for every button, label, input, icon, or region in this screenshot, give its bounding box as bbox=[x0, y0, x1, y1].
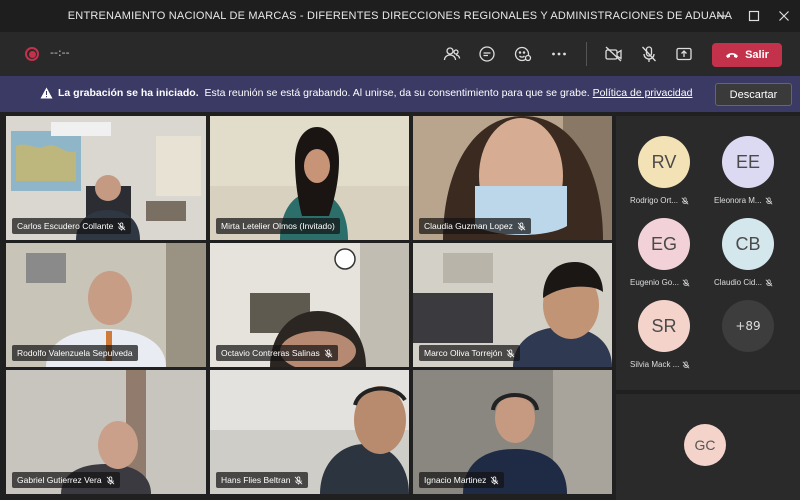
minimize-icon bbox=[717, 15, 727, 17]
mic-off-icon bbox=[642, 46, 656, 62]
participant-nameplate: Ignacio Martinez bbox=[419, 472, 505, 488]
roster-name-text: Claudio Cid... bbox=[714, 278, 763, 287]
participant-name: Ignacio Martinez bbox=[424, 475, 487, 485]
people-icon bbox=[443, 47, 461, 61]
more-participants-button[interactable]: +89 bbox=[722, 300, 774, 352]
minimize-button[interactable] bbox=[706, 0, 738, 32]
participant-name: Hans Flies Beltran bbox=[221, 475, 291, 485]
participant-nameplate: Carlos Escudero Collante bbox=[12, 218, 132, 234]
mic-off-icon bbox=[295, 475, 303, 485]
video-tile[interactable]: Octavio Contreras Salinas bbox=[210, 243, 409, 367]
mic-off-icon bbox=[324, 348, 333, 358]
reactions-button[interactable] bbox=[509, 40, 537, 68]
participant-nameplate: Rodolfo Valenzuela Sepulveda bbox=[12, 345, 138, 361]
camera-off-icon bbox=[605, 46, 622, 62]
mic-off-icon bbox=[118, 221, 126, 231]
mic-off-icon bbox=[490, 475, 499, 485]
mic-off-icon bbox=[517, 221, 526, 231]
participant-name: Mirta Letelier Olmos (Invitado) bbox=[221, 221, 335, 231]
participant-name: Gabriel Gutierrez Vera bbox=[17, 475, 102, 485]
avatar[interactable]: EG bbox=[638, 218, 690, 270]
roster-name-text: Eleonora M... bbox=[714, 196, 762, 205]
recording-banner: La grabación se ha iniciado. Esta reunió… bbox=[0, 76, 800, 112]
video-tile-active-speaker[interactable]: Mirta Letelier Olmos (Invitado) bbox=[210, 116, 409, 240]
participant-name: Octavio Contreras Salinas bbox=[221, 348, 320, 358]
avatar[interactable]: EE bbox=[722, 136, 774, 188]
share-icon bbox=[676, 47, 692, 61]
title-bar: ENTRENAMIENTO NACIONAL DE MARCAS - DIFER… bbox=[0, 0, 800, 32]
avatar[interactable]: RV bbox=[638, 136, 690, 188]
roster-name: Claudio Cid... bbox=[714, 278, 773, 287]
participant-name: Rodolfo Valenzuela Sepulveda bbox=[17, 348, 133, 358]
maximize-button[interactable] bbox=[738, 0, 770, 32]
avatar[interactable]: SR bbox=[638, 300, 690, 352]
mic-off-icon bbox=[682, 278, 690, 286]
teams-meeting-window: ENTRENAMIENTO NACIONAL DE MARCAS - DIFER… bbox=[0, 0, 800, 500]
banner-bold-text: La grabación se ha iniciado. bbox=[58, 87, 199, 99]
chat-icon bbox=[479, 46, 495, 62]
chat-button[interactable] bbox=[473, 40, 501, 68]
participants-button[interactable] bbox=[438, 40, 466, 68]
mic-off-icon bbox=[506, 348, 515, 358]
video-tile[interactable]: Hans Flies Beltran bbox=[210, 370, 409, 494]
privacy-policy-link[interactable]: Política de privacidad bbox=[593, 87, 693, 99]
mic-off-icon bbox=[765, 278, 773, 286]
toolbar-divider bbox=[586, 42, 587, 66]
self-avatar: GC bbox=[684, 424, 726, 466]
participant-name: Marco Oliva Torrejón bbox=[424, 348, 503, 358]
window-title: ENTRENAMIENTO NACIONAL DE MARCAS - DIFER… bbox=[67, 10, 733, 22]
video-tile[interactable]: Claudia Guzman Lopez bbox=[413, 116, 612, 240]
video-tile[interactable]: Carlos Escudero Collante bbox=[6, 116, 206, 240]
recording-indicator-icon bbox=[25, 47, 39, 61]
participant-name: Claudia Guzman Lopez bbox=[424, 221, 513, 231]
video-tile[interactable]: Ignacio Martinez bbox=[413, 370, 612, 494]
mic-off-icon bbox=[765, 196, 773, 204]
leave-button[interactable]: Salir bbox=[712, 43, 782, 67]
video-tile-active-speaker[interactable]: Rodolfo Valenzuela Sepulveda bbox=[6, 243, 206, 367]
more-icon bbox=[552, 52, 566, 56]
participant-nameplate: Marco Oliva Torrejón bbox=[419, 345, 521, 361]
mic-toggle-button[interactable] bbox=[635, 40, 663, 68]
participant-nameplate: Claudia Guzman Lopez bbox=[419, 218, 531, 234]
roster-name-text: Rodrigo Ort... bbox=[630, 196, 679, 205]
hang-up-icon bbox=[726, 53, 739, 58]
roster-name: Eugenio Go... bbox=[630, 278, 690, 287]
warning-icon bbox=[40, 87, 53, 99]
roster-name: Eleonora M... bbox=[714, 196, 773, 205]
share-screen-button[interactable] bbox=[670, 40, 698, 68]
participant-nameplate: Gabriel Gutierrez Vera bbox=[12, 472, 120, 488]
participant-name: Carlos Escudero Collante bbox=[17, 221, 114, 231]
participant-roster: RV Rodrigo Ort... EE Eleonora M... EG Eu… bbox=[616, 116, 800, 390]
leave-label: Salir bbox=[745, 49, 769, 61]
maximize-icon bbox=[748, 10, 760, 22]
meeting-timer: --:-- bbox=[50, 46, 70, 59]
video-tile[interactable]: Marco Oliva Torrejón bbox=[413, 243, 612, 367]
dismiss-button[interactable]: Descartar bbox=[715, 83, 792, 106]
roster-name-text: Eugenio Go... bbox=[630, 278, 679, 287]
close-button[interactable] bbox=[768, 0, 800, 32]
mic-off-icon bbox=[106, 475, 114, 485]
avatar[interactable]: CB bbox=[722, 218, 774, 270]
participant-nameplate: Octavio Contreras Salinas bbox=[216, 345, 338, 361]
roster-name: Rodrigo Ort... bbox=[630, 196, 689, 205]
self-view: GC bbox=[616, 394, 800, 500]
mic-off-icon bbox=[681, 196, 689, 204]
banner-body-text: Esta reunión se está grabando. Al unirse… bbox=[204, 87, 590, 99]
more-actions-button[interactable] bbox=[545, 40, 573, 68]
mic-off-icon bbox=[682, 360, 690, 368]
close-icon bbox=[779, 11, 789, 21]
banner-message: La grabación se ha iniciado. Esta reunió… bbox=[58, 87, 692, 99]
camera-toggle-button[interactable] bbox=[600, 40, 628, 68]
meeting-toolbar: --:-- Salir bbox=[0, 32, 800, 76]
roster-name: Silvia Mack ... bbox=[630, 360, 690, 369]
participant-nameplate: Hans Flies Beltran bbox=[216, 472, 309, 488]
video-tile[interactable]: Gabriel Gutierrez Vera bbox=[6, 370, 206, 494]
participant-nameplate: Mirta Letelier Olmos (Invitado) bbox=[216, 218, 340, 234]
reaction-icon bbox=[514, 46, 532, 62]
roster-name-text: Silvia Mack ... bbox=[630, 360, 680, 369]
